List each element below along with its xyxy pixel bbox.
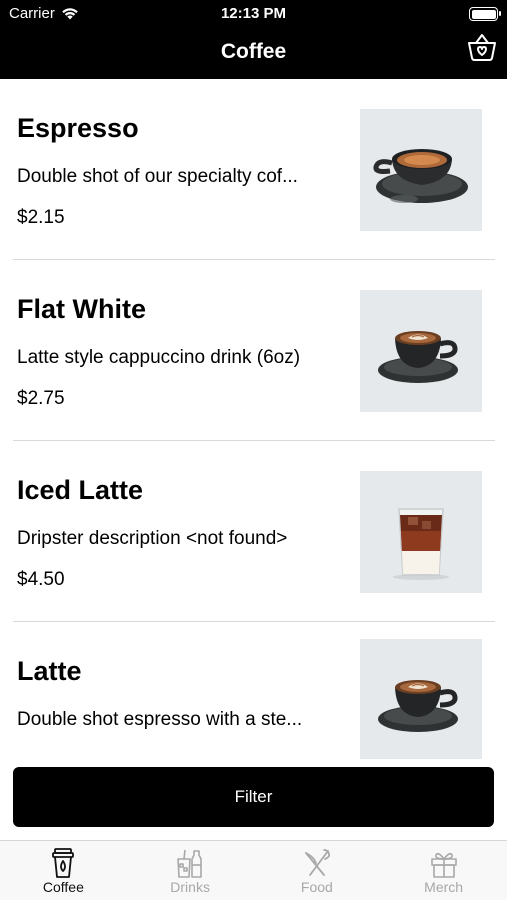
item-name: Flat White: [17, 294, 146, 324]
coffee-cup-icon: [52, 848, 75, 878]
item-price: $2.75: [17, 388, 65, 409]
status-time: 12:13 PM: [220, 5, 287, 22]
item-description: Latte style cappuccino drink (6oz): [17, 347, 301, 368]
tab-bar: Coffee Drinks Food Merch: [0, 840, 507, 900]
filter-button[interactable]: Filter: [13, 767, 494, 827]
page-title: Coffee: [220, 40, 287, 63]
tab-coffee[interactable]: Coffee: [0, 841, 127, 900]
item-name: Espresso: [17, 113, 139, 143]
tab-label: Merch: [424, 879, 464, 895]
item-price: $4.50: [17, 569, 65, 590]
tab-drinks[interactable]: Drinks: [127, 841, 254, 900]
item-description: Dripster description <not found>: [17, 528, 288, 549]
tab-label: Coffee: [42, 879, 84, 895]
item-name: Iced Latte: [17, 475, 144, 505]
list-item[interactable]: Iced Latte Dripster description <not fou…: [13, 441, 495, 622]
battery-icon: [469, 7, 501, 21]
fork-knife-icon: [304, 849, 330, 876]
item-description: Double shot of our specialty cof...: [17, 166, 298, 187]
status-bar: Carrier 12:13 PM: [0, 5, 507, 25]
iced-latte-image: [360, 471, 482, 593]
tab-food[interactable]: Food: [254, 841, 381, 900]
item-description: Double shot espresso with a ste...: [17, 709, 303, 730]
list-item[interactable]: Espresso Double shot of our specialty co…: [13, 79, 495, 260]
list-item[interactable]: Flat White Latte style cappuccino drink …: [13, 260, 495, 441]
tab-label: Food: [300, 879, 333, 895]
basket-icon[interactable]: [466, 31, 498, 63]
item-price: $2.15: [17, 207, 65, 228]
tab-merch[interactable]: Merch: [380, 841, 507, 900]
espresso-image: [360, 109, 482, 231]
gift-icon: [430, 852, 457, 878]
nav-header: Carrier 12:13 PM Coffee: [0, 0, 507, 79]
item-name: Latte: [17, 656, 82, 686]
latte-image: [360, 639, 482, 759]
product-list[interactable]: Espresso Double shot of our specialty co…: [0, 79, 507, 759]
list-item[interactable]: Latte Double shot espresso with a ste...: [13, 622, 495, 759]
flat-white-image: [360, 290, 482, 412]
tab-label: Drinks: [170, 879, 210, 895]
drinks-icon: [177, 849, 202, 878]
